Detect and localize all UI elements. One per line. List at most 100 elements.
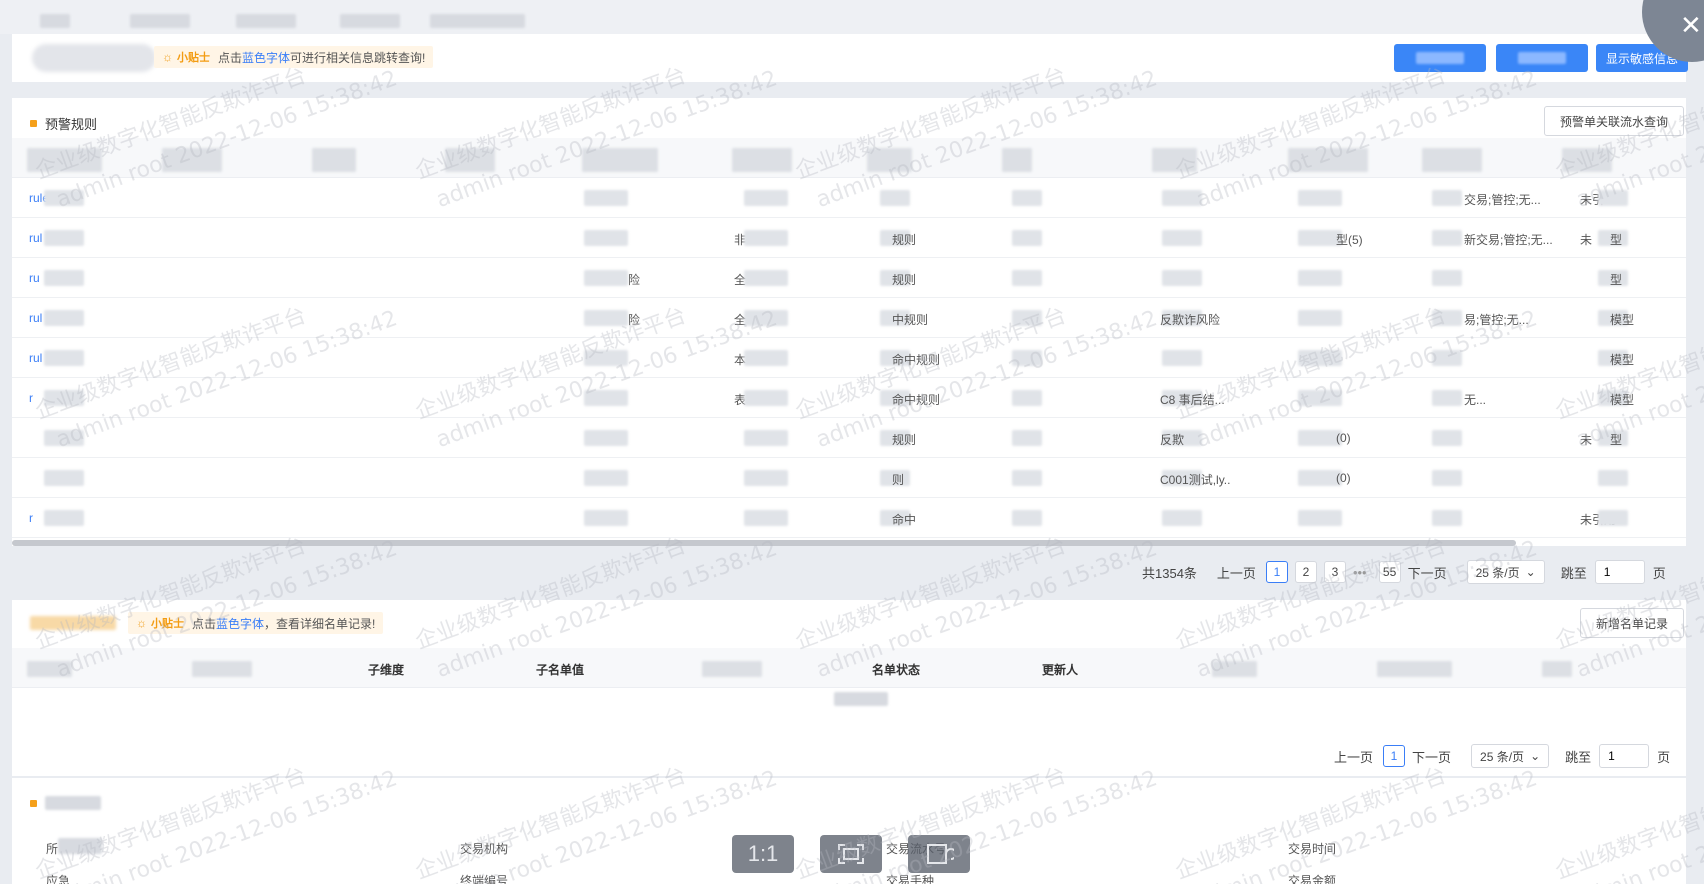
table-row[interactable]: r 表命中规则 C8 事后结... 无... 模型 (12, 378, 1686, 418)
next-page-button[interactable]: 下一页 (1408, 563, 1447, 582)
table-cell: 无... (1464, 393, 1487, 407)
table-cell: 命中规则 (892, 353, 941, 367)
table-cell: 易;管控;无... (1464, 313, 1529, 327)
chevron-down-icon: ⌄ (1530, 749, 1541, 763)
blurred-section-title (45, 796, 101, 810)
tip-link: 蓝色字体 (242, 50, 291, 65)
table-row[interactable]: rul 非规则 型(5) 新交易;管控;无... 未型 (12, 218, 1686, 258)
blurred-tab[interactable] (40, 14, 70, 28)
field-label: 交易机构 (460, 842, 509, 856)
page-button[interactable]: 1 (1383, 745, 1406, 767)
actual-size-button[interactable]: 1:1 (732, 835, 794, 873)
blurred-tab[interactable] (340, 14, 400, 28)
field-label: 所 (46, 842, 59, 856)
alert-rules-title: 预警规则 (45, 117, 98, 132)
page-size-select[interactable]: 25 条/页 ⌄ (1466, 560, 1545, 584)
rules-pagination: 共1354条 上一页 1 2 3 ••• 55 下一页 25 条/页⌄ 跳至 页 (1142, 560, 1666, 584)
last-page-button[interactable]: 55 (1378, 561, 1401, 583)
list-table-header: 子维度 子名单值 名单状态 更新人 (12, 648, 1686, 688)
jump-page-input[interactable] (1599, 744, 1650, 768)
rule-id-link[interactable]: rul (29, 311, 42, 325)
tip-tag: 小贴士 (151, 618, 184, 630)
table-cell: 未 (1580, 433, 1593, 447)
table-cell: C001测试,ly.. (1160, 473, 1231, 487)
table-row[interactable]: rul 险全中规则 反欺诈风险 易;管控;无... 模型 (12, 298, 1686, 338)
table-cell: 模型 (1610, 353, 1635, 367)
page-unit: 页 (1657, 749, 1671, 765)
blurred-tab[interactable] (236, 14, 296, 28)
next-page-button[interactable]: 下一页 (1412, 747, 1451, 766)
rule-id-link[interactable]: ru (29, 271, 40, 285)
chevron-down-icon: ⌄ (1525, 565, 1536, 579)
section-title: 预警规则 (30, 114, 97, 133)
list-pagination: 上一页 1 下一页 25 条/页⌄ 跳至 页 (1334, 744, 1670, 768)
page-button[interactable]: 2 (1294, 561, 1317, 583)
table-cell: 险 (628, 313, 641, 327)
more-pages-icon[interactable]: ••• (1353, 565, 1367, 580)
lightbulb-icon: ☼ (162, 50, 173, 64)
table-cell: 反欺 (1160, 433, 1185, 447)
page-size-select[interactable]: 25 条/页 ⌄ (1471, 744, 1550, 768)
table-cell: 型(5) (1336, 233, 1363, 247)
table-cell: 则 (892, 473, 905, 487)
jump-page-input[interactable] (1594, 560, 1645, 584)
jump-label: 跳至 (1560, 565, 1587, 581)
rule-id-link[interactable]: rul (29, 351, 42, 365)
prev-page-button[interactable]: 上一页 (1217, 563, 1256, 582)
rule-id-link[interactable]: r (29, 511, 33, 525)
page-button[interactable]: 1 (1265, 561, 1288, 583)
column-header: 子维度 (368, 663, 405, 677)
table-cell: (0) (1336, 471, 1351, 485)
prev-page-button[interactable]: 上一页 (1334, 747, 1373, 766)
close-icon: ✕ (1680, 10, 1702, 40)
detail-header: ☼ 小贴士 点击 蓝色字体 可进行相关信息跳转查询! 显示敏感信息 (12, 34, 1688, 82)
table-row[interactable]: 则 C001测试,ly.. (0) (12, 458, 1686, 498)
tip-text: ，查看详细名单记录! (264, 616, 376, 631)
table-row[interactable]: 规则 反欺 (0) 未 型 (12, 418, 1686, 458)
lightbulb-icon: ☼ (136, 616, 147, 630)
top-tab-strip (0, 0, 1704, 34)
column-header: 名单状态 (872, 663, 921, 677)
page-button[interactable]: 3 (1323, 561, 1346, 583)
linked-flow-query-button[interactable]: 预警单关联流水查询 (1544, 106, 1684, 136)
section-marker (30, 120, 37, 127)
rule-id-link[interactable]: rul (29, 231, 42, 245)
blurred-title (32, 44, 156, 72)
field-label: 交易时间 (1288, 842, 1337, 856)
table-cell: 命中 (892, 513, 917, 527)
table-cell: 未 (1580, 233, 1593, 247)
blurred-tab[interactable] (130, 14, 190, 28)
table-cell: 型 (1610, 273, 1623, 287)
column-header: 子名单值 (536, 663, 585, 677)
table-header (12, 138, 1686, 178)
table-row[interactable]: ru 险全规则型 (12, 258, 1686, 298)
page-unit: 页 (1652, 565, 1666, 581)
action-button[interactable] (1394, 44, 1486, 72)
blurred-section-title (30, 616, 116, 630)
empty-data-text (834, 692, 888, 706)
table-row[interactable]: r命中未引用 (12, 498, 1686, 538)
table-cell: 模型 (1610, 393, 1635, 407)
table-cell: 规则 (892, 233, 917, 247)
table-cell: 型 (1610, 433, 1623, 447)
add-list-record-button[interactable]: 新增名单记录 (1580, 608, 1684, 638)
alert-rules-section: 预警规则 预警单关联流水查询 rule1 交易;管控;无... 未引 rul 非规则 型(… (12, 98, 1686, 546)
table-cell: 规则 (892, 273, 917, 287)
action-button[interactable] (1496, 44, 1588, 72)
field-label: 终端编号 (460, 874, 509, 884)
table-cell: 新交易;管控;无... (1464, 233, 1553, 247)
table-row[interactable]: rul 本命中规则 模型 (12, 338, 1686, 378)
rule-id-link[interactable]: r (29, 391, 33, 405)
rules-table: rule1 交易;管控;无... 未引 rul 非规则 型(5) 新交易;管控;无... 未型… (12, 138, 1686, 540)
table-cell: 模型 (1610, 313, 1635, 327)
rotate-icon[interactable] (908, 835, 970, 873)
table-cell: 型 (1610, 233, 1623, 247)
total-count: 共1354条 (1142, 565, 1197, 581)
horizontal-scrollbar[interactable] (12, 540, 1516, 546)
fit-screen-icon[interactable] (820, 835, 882, 873)
table-cell: 规则 (892, 433, 917, 447)
table-row[interactable]: rule1 交易;管控;无... 未引 (12, 178, 1686, 218)
table-cell: C8 事后结... (1160, 393, 1225, 407)
blurred-tab[interactable] (430, 14, 525, 28)
table-cell: 交易;管控;无... (1464, 193, 1541, 207)
